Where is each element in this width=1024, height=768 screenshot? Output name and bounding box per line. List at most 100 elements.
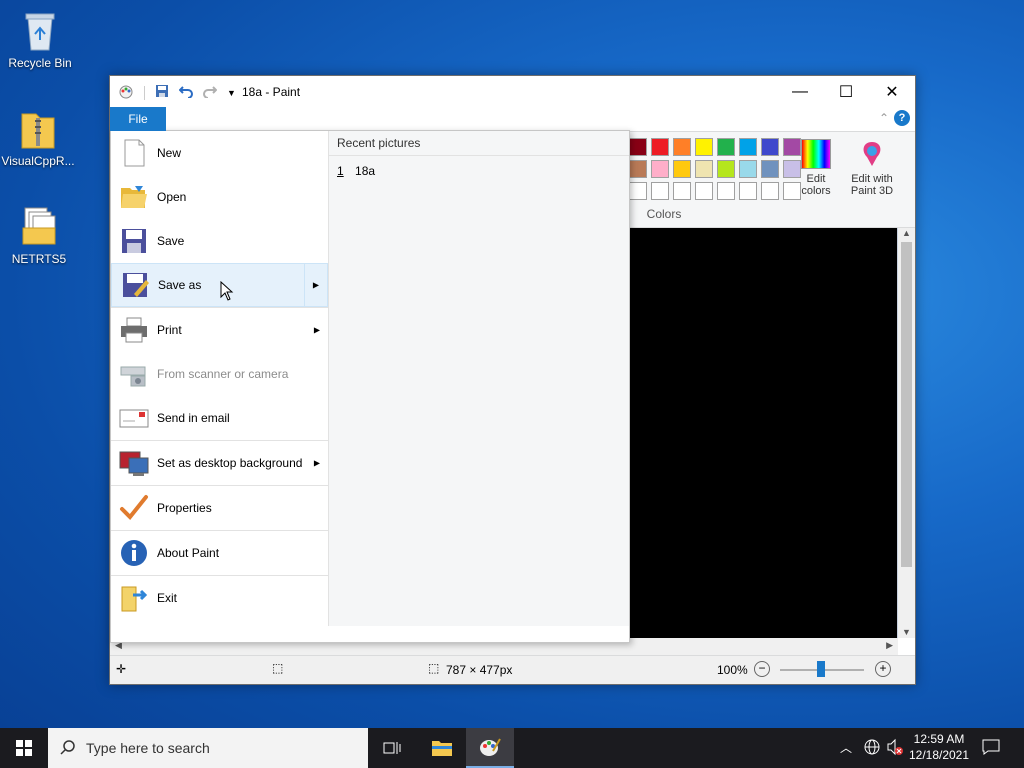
color-swatch[interactable] bbox=[717, 160, 735, 178]
desktop-icon-label: NETRTS5 bbox=[11, 252, 67, 266]
submenu-arrow-icon[interactable]: ▶ bbox=[314, 459, 320, 468]
zoom-slider-thumb[interactable] bbox=[817, 661, 825, 677]
edit-colors-label: Edit colors bbox=[801, 173, 831, 197]
redo-icon[interactable] bbox=[203, 84, 218, 101]
menu-item-save[interactable]: Save bbox=[111, 219, 328, 263]
taskbar: Type here to search ︿ 12:59 AM 12/18/202… bbox=[0, 728, 1024, 768]
menu-item-set-desktop-background[interactable]: Set as desktop background ▶ bbox=[111, 441, 328, 485]
clock-date: 12/18/2021 bbox=[908, 748, 970, 762]
submenu-arrow-icon[interactable]: ▶ bbox=[314, 326, 320, 335]
color-swatch[interactable] bbox=[739, 160, 757, 178]
zoom-in-button[interactable]: + bbox=[875, 661, 891, 677]
system-clock[interactable]: 12:59 AM 12/18/2021 bbox=[906, 731, 972, 763]
color-swatch[interactable] bbox=[761, 160, 779, 178]
show-hidden-icons-chevron-icon[interactable]: ︿ bbox=[840, 739, 852, 756]
color-swatch[interactable] bbox=[673, 138, 691, 156]
menu-item-label: Exit bbox=[157, 591, 178, 605]
color-swatch[interactable] bbox=[651, 138, 669, 156]
info-icon bbox=[119, 538, 149, 568]
cursor-position-icon: ✛ bbox=[116, 662, 127, 676]
file-explorer-taskbar-button[interactable] bbox=[418, 728, 466, 768]
zoom-out-button[interactable]: − bbox=[754, 661, 770, 677]
color-swatch[interactable] bbox=[629, 138, 647, 156]
ribbon-tabs: ⌃ ? bbox=[110, 107, 915, 132]
scroll-up-icon[interactable]: ▲ bbox=[898, 228, 915, 238]
file-menu: New Open Save Save as ▶ Print ▶ From sca… bbox=[110, 130, 630, 643]
menu-item-print[interactable]: Print ▶ bbox=[111, 308, 328, 352]
customize-toolbar-chevron-icon[interactable]: ▼ bbox=[227, 88, 236, 98]
new-document-icon bbox=[119, 138, 149, 168]
menu-item-send-email[interactable]: Send in email bbox=[111, 396, 328, 440]
start-button[interactable] bbox=[0, 728, 48, 768]
maximize-button[interactable]: ☐ bbox=[823, 76, 869, 107]
taskbar-search-box[interactable]: Type here to search bbox=[48, 728, 368, 768]
vertical-scroll-thumb[interactable] bbox=[901, 242, 912, 567]
edit-with-paint3d-button[interactable]: Edit with Paint 3D bbox=[846, 139, 898, 197]
scroll-down-icon[interactable]: ▼ bbox=[898, 627, 915, 637]
desktop-icon-visualcpp[interactable]: VisualCppR... bbox=[0, 106, 76, 168]
menu-item-label: Properties bbox=[157, 501, 212, 515]
documents-icon bbox=[19, 204, 59, 248]
volume-muted-icon[interactable] bbox=[886, 738, 904, 759]
color-swatch[interactable] bbox=[673, 160, 691, 178]
search-icon bbox=[60, 739, 76, 758]
floppy-disk-icon bbox=[119, 226, 149, 256]
submenu-arrow-icon[interactable]: ▶ bbox=[313, 281, 319, 290]
save-as-icon bbox=[120, 270, 150, 300]
scroll-right-icon[interactable]: ▶ bbox=[886, 640, 893, 651]
file-menu-commands: New Open Save Save as ▶ Print ▶ From sca… bbox=[111, 131, 329, 626]
email-icon bbox=[119, 403, 149, 433]
paint-taskbar-button[interactable] bbox=[466, 728, 514, 768]
edit-with-paint3d-label: Edit with Paint 3D bbox=[850, 173, 894, 197]
color-swatch[interactable] bbox=[629, 160, 647, 178]
desktop-icon-label: Recycle Bin bbox=[8, 56, 72, 70]
exit-icon bbox=[119, 583, 149, 613]
selection-size-icon: ⬚ bbox=[272, 661, 284, 675]
color-swatch[interactable] bbox=[695, 138, 713, 156]
file-tab[interactable]: File bbox=[110, 107, 166, 131]
desktop-icon-recycle-bin[interactable]: Recycle Bin bbox=[2, 8, 78, 70]
color-swatch[interactable] bbox=[673, 182, 691, 200]
menu-item-label: Save bbox=[157, 234, 185, 248]
desktop-icon-label: VisualCppR... bbox=[1, 154, 75, 168]
task-view-button[interactable] bbox=[368, 728, 416, 768]
menu-item-exit[interactable]: Exit bbox=[111, 576, 328, 620]
color-swatch[interactable] bbox=[739, 182, 757, 200]
drawing-canvas[interactable] bbox=[630, 228, 897, 638]
collapse-ribbon-chevron-icon[interactable]: ⌃ bbox=[879, 111, 889, 125]
checkmark-icon bbox=[119, 493, 149, 523]
menu-item-properties[interactable]: Properties bbox=[111, 486, 328, 530]
color-swatch[interactable] bbox=[651, 182, 669, 200]
color-swatch[interactable] bbox=[651, 160, 669, 178]
zip-folder-icon bbox=[18, 106, 58, 150]
color-swatch[interactable] bbox=[695, 160, 713, 178]
recent-picture-item[interactable]: 1 18a bbox=[329, 156, 629, 186]
color-swatch[interactable] bbox=[717, 138, 735, 156]
color-swatch[interactable] bbox=[695, 182, 713, 200]
network-icon[interactable] bbox=[863, 738, 881, 759]
menu-item-label: Set as desktop background bbox=[157, 456, 303, 470]
menu-item-new[interactable]: New bbox=[111, 131, 328, 175]
minimize-button[interactable]: — bbox=[777, 76, 823, 107]
menu-item-open[interactable]: Open bbox=[111, 175, 328, 219]
menu-item-about-paint[interactable]: About Paint bbox=[111, 531, 328, 575]
color-swatch[interactable] bbox=[761, 138, 779, 156]
help-icon[interactable]: ? bbox=[894, 110, 910, 126]
undo-icon[interactable] bbox=[178, 84, 193, 101]
edit-colors-button[interactable]: Edit colors bbox=[796, 139, 836, 197]
desktop-icon-netrts5[interactable]: NETRTS5 bbox=[1, 204, 77, 266]
color-swatch[interactable] bbox=[629, 182, 647, 200]
color-swatch[interactable] bbox=[739, 138, 757, 156]
save-icon[interactable] bbox=[155, 84, 169, 101]
recent-item-name: 18a bbox=[355, 164, 376, 178]
paint-app-icon[interactable] bbox=[118, 83, 134, 102]
open-folder-icon bbox=[119, 182, 149, 212]
notifications-icon[interactable] bbox=[982, 739, 1000, 758]
color-swatch[interactable] bbox=[717, 182, 735, 200]
color-swatch[interactable] bbox=[761, 182, 779, 200]
paint3d-icon bbox=[857, 139, 887, 169]
quick-access-toolbar: ▼ bbox=[118, 83, 236, 102]
close-button[interactable]: ✕ bbox=[869, 76, 915, 107]
vertical-scrollbar[interactable]: ▲ ▼ bbox=[898, 228, 915, 638]
window-title: 18a - Paint bbox=[242, 85, 301, 99]
